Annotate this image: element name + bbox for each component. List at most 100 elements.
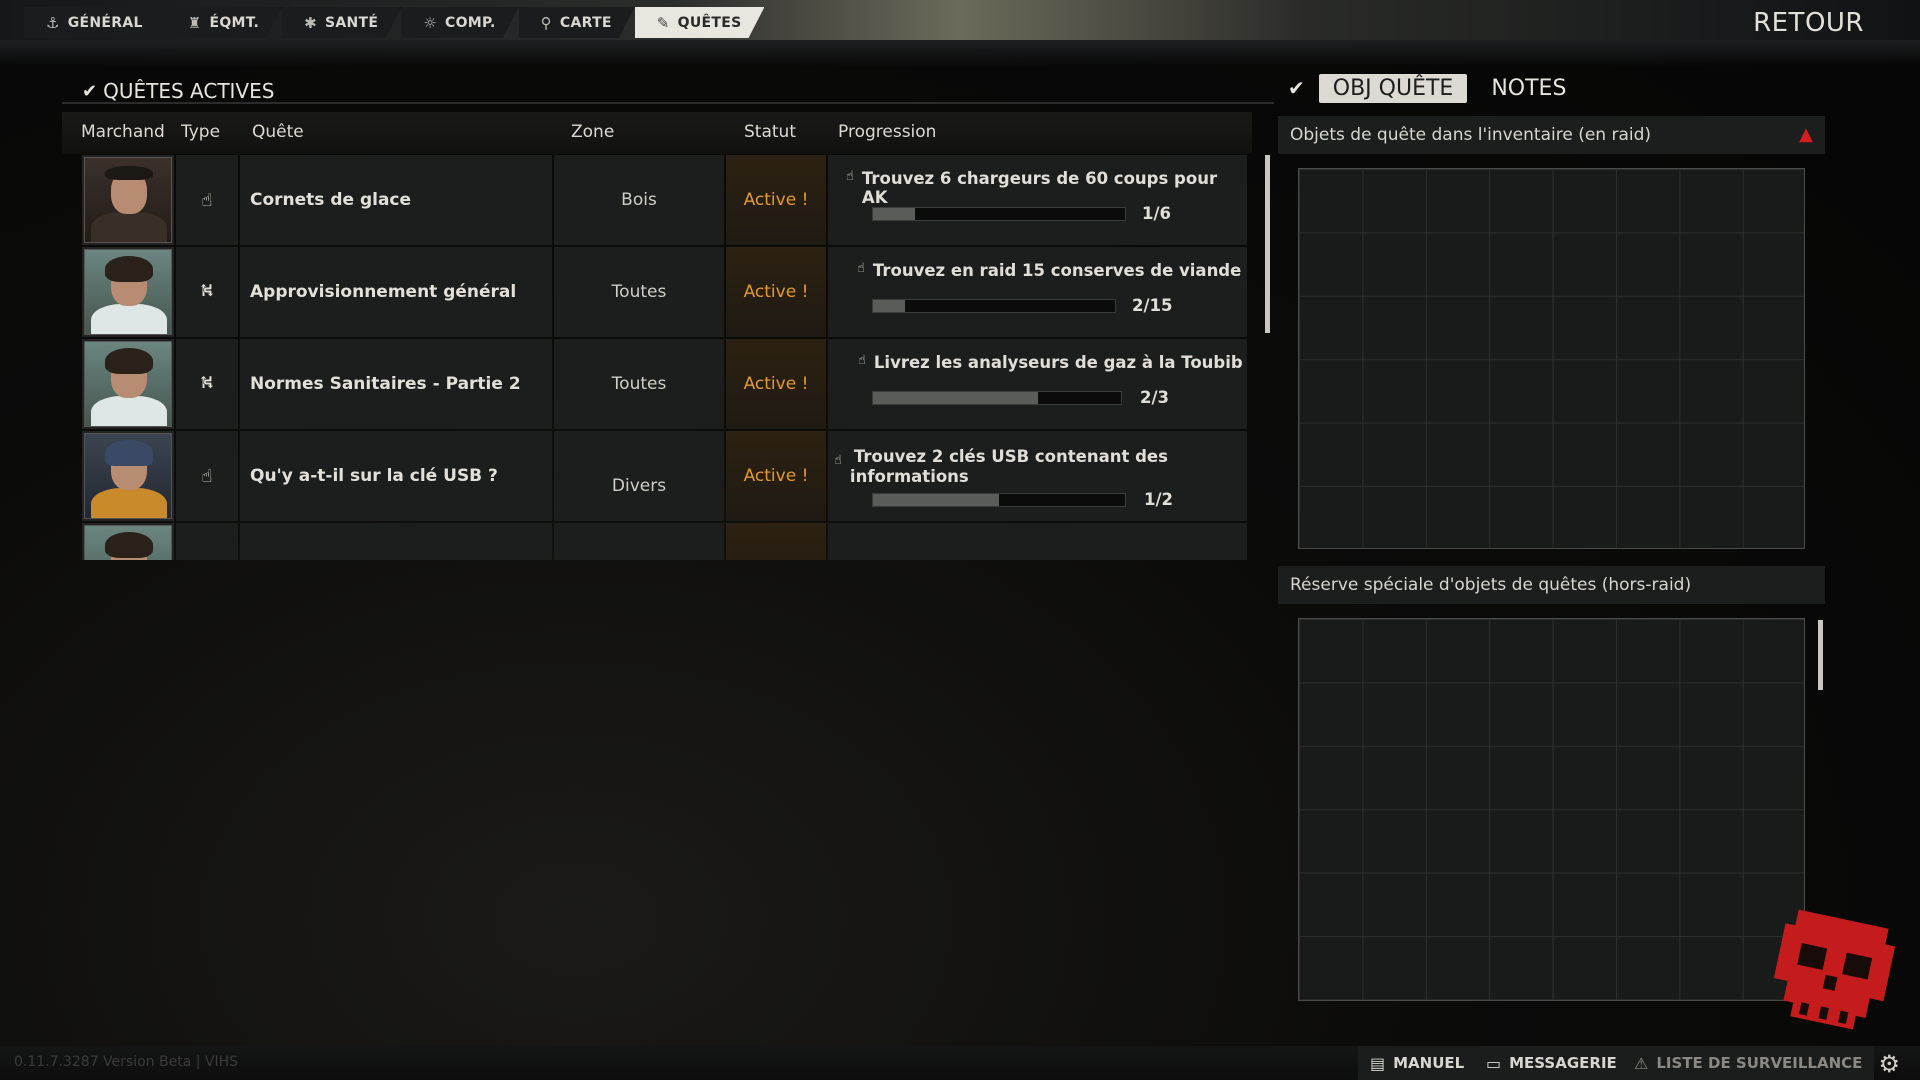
status-badge: Active ! <box>726 431 826 521</box>
col-progress[interactable]: Progression <box>838 122 936 142</box>
skull-logo <box>1773 909 1896 1030</box>
trader-portrait-mechanic <box>84 433 172 519</box>
trader-portrait-therapist <box>84 341 172 427</box>
table-row[interactable]: ☝ Cornets de glace Bois Active ! ☝ Trouv… <box>82 155 1247 245</box>
hand-icon: ☝ <box>858 353 866 368</box>
warning-icon: ⚠ <box>1634 1053 1649 1073</box>
tab-skills[interactable]: ☼ COMP. <box>401 7 518 38</box>
col-status[interactable]: Statut <box>744 122 796 142</box>
hand-icon: ☝ <box>176 431 238 521</box>
tab-label: COMP. <box>445 14 496 31</box>
status-badge: Active ! <box>726 155 826 245</box>
trader-cell <box>82 247 174 337</box>
quest-name <box>240 523 552 560</box>
version-text: 0.11.7.3287 Version Beta | VIHS <box>14 1054 239 1070</box>
hand-icon: ☝ <box>857 261 865 276</box>
warning-icon: ▲ <box>1799 124 1813 145</box>
progress-bar <box>872 207 1126 221</box>
progress-count: 2/15 <box>1132 296 1173 315</box>
tab-label: CARTE <box>559 14 612 31</box>
trader-cell <box>82 431 174 521</box>
col-quest[interactable]: Quête <box>252 122 304 142</box>
objective-text: Trouvez en raid 15 conserves de viande <box>872 261 1242 280</box>
progress-cell <box>828 523 1247 560</box>
progress-bar <box>872 493 1126 507</box>
quest-name: Qu'y a-t-il sur la clé USB ? <box>240 431 552 521</box>
quest-zone <box>554 523 724 560</box>
watchlist-button[interactable]: ⚠ LISTE DE SURVEILLANCE <box>1622 1046 1875 1080</box>
chat-icon: ▭ <box>1486 1053 1502 1073</box>
messenger-button[interactable]: ▭ MESSAGERIE <box>1474 1046 1629 1080</box>
reserve-grid[interactable] <box>1298 618 1805 1001</box>
top-bar-shade <box>0 40 1920 66</box>
tab-notes[interactable]: NOTES <box>1477 74 1580 103</box>
objective-text: Trouvez 6 chargeurs de 60 coups pour AK <box>861 169 1218 207</box>
inventory-section-title: Objets de quête dans l'inventaire (en ra… <box>1290 125 1652 145</box>
progress-cell: ☝ Trouvez 6 chargeurs de 60 coups pour A… <box>828 155 1247 245</box>
quest-name: Approvisionnement général <box>240 247 552 337</box>
tab-health[interactable]: ✱ SANTÉ <box>282 7 401 38</box>
trader-portrait-prapor <box>84 157 172 243</box>
skills-icon: ☼ <box>423 13 437 32</box>
inventory-section-header: Objets de quête dans l'inventaire (en ra… <box>1278 116 1825 154</box>
progress-count: 1/6 <box>1142 204 1171 223</box>
manual-icon: ▤ <box>1370 1053 1386 1073</box>
col-zone[interactable]: Zone <box>571 122 614 142</box>
progress-fill <box>873 208 915 220</box>
objective-line-2: informations <box>849 467 969 486</box>
button-label: LISTE DE SURVEILLANCE <box>1656 1054 1863 1072</box>
hand-icon: ☝ <box>846 169 854 184</box>
quest-list: ☝ Cornets de glace Bois Active ! ☝ Trouv… <box>82 155 1247 560</box>
reserve-section-header: Réserve spéciale d'objets de quêtes (hor… <box>1278 566 1825 604</box>
hand-icon: ☝ <box>176 155 238 245</box>
table-header: Marchand Type Quête Zone Statut Progress… <box>62 112 1252 154</box>
tab-equipment[interactable]: ♜ ÉQMT. <box>166 7 282 38</box>
tab-label: ÉQMT. <box>209 14 260 31</box>
main-nav: ⚓ GÉNÉRAL ♜ ÉQMT. ✱ SANTÉ ☼ COMP. ⚲ CART… <box>24 7 765 38</box>
progress-cell: ☝ Trouvez en raid 15 conserves de viande… <box>828 247 1247 337</box>
settings-gear-icon[interactable]: ⚙ <box>1878 1050 1900 1078</box>
check-circle-icon: ✔ <box>1288 76 1305 100</box>
button-label: MESSAGERIE <box>1509 1054 1617 1072</box>
col-trader[interactable]: Marchand <box>81 122 165 142</box>
quest-list-scrollbar[interactable] <box>1265 155 1270 333</box>
table-row[interactable]: ☝ Qu'y a-t-il sur la clé USB ? Divers Ac… <box>82 431 1247 521</box>
progress-fill <box>873 392 1039 404</box>
tab-label: QUÊTES <box>677 14 742 31</box>
page-title: QUÊTES ACTIVES <box>103 79 275 103</box>
table-row[interactable] <box>82 523 1247 560</box>
inventory-grid[interactable] <box>1298 168 1805 549</box>
tab-quest-objects[interactable]: OBJ QUÊTE <box>1318 73 1468 103</box>
anchor-icon: ⚓ <box>46 13 60 32</box>
tab-map[interactable]: ⚲ CARTE <box>519 7 635 38</box>
button-label: MANUEL <box>1393 1054 1465 1072</box>
progress-count: 2/3 <box>1140 388 1169 407</box>
manual-button[interactable]: ▤ MANUEL <box>1358 1046 1477 1080</box>
quest-zone: Bois <box>554 155 724 245</box>
progress-fill <box>873 300 906 312</box>
col-type[interactable]: Type <box>181 122 220 142</box>
reserve-section-title: Réserve spéciale d'objets de quêtes (hor… <box>1290 575 1692 595</box>
trader-portrait-therapist <box>84 249 172 335</box>
tab-label: GÉNÉRAL <box>67 14 143 31</box>
table-row[interactable]: ⛕ Normes Sanitaires - Partie 2 Toutes Ac… <box>82 339 1247 429</box>
table-row[interactable]: ⛕ Approvisionnement général Toutes Activ… <box>82 247 1247 337</box>
progress-cell: ☝ Livrez les analyseurs de gaz à la Toub… <box>828 339 1247 429</box>
progress-count: 1/2 <box>1144 490 1173 509</box>
trader-portrait-therapist <box>84 525 172 560</box>
exit-icon: ⛕ <box>176 247 238 337</box>
side-panel-tabs: ✔ OBJ QUÊTE NOTES <box>1288 70 1825 106</box>
trader-cell <box>82 339 174 429</box>
back-button[interactable]: RETOUR <box>1753 8 1864 38</box>
objective-line-1: Trouvez 2 clés USB contenant des <box>853 447 1168 466</box>
tab-quests[interactable]: ✎ QUÊTES <box>635 7 765 38</box>
tab-general[interactable]: ⚓ GÉNÉRAL <box>24 7 166 38</box>
reserve-scrollbar[interactable] <box>1818 620 1823 690</box>
trader-cell <box>82 523 174 560</box>
quest-name: Cornets de glace <box>240 155 552 245</box>
objective-text: Trouvez 2 clés USB contenant des informa… <box>850 447 1168 487</box>
quest-zone: Divers <box>554 431 724 521</box>
gear-figure-icon: ♜ <box>187 13 202 32</box>
quest-name: Normes Sanitaires - Partie 2 <box>240 339 552 429</box>
type-cell <box>176 523 238 560</box>
